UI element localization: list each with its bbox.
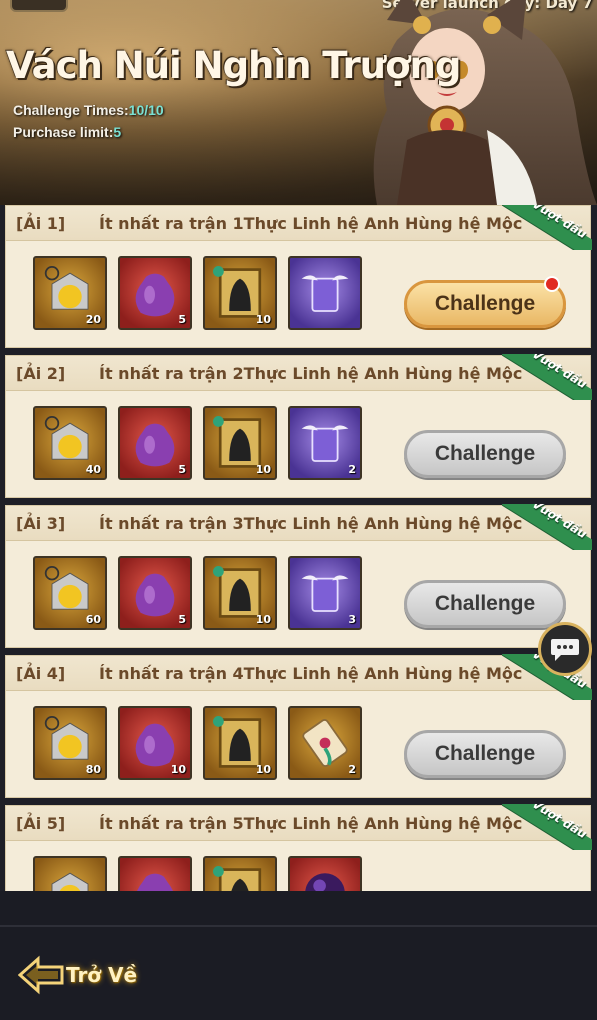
notification-dot — [544, 276, 560, 292]
purchase-limit: Purchase limit:5 — [13, 124, 121, 140]
reward-qty: 40 — [85, 463, 101, 476]
reward-qty: 5 — [178, 463, 186, 476]
stage-level: [Ải 5] — [16, 814, 66, 833]
hero-silhouette-card-icon — [213, 566, 262, 618]
reward-winged-scroll[interactable] — [288, 256, 362, 330]
stage-level: [Ải 4] — [16, 664, 66, 683]
stage-card-5: [Ải 5] Ít nhất ra trận 5Thực Linh hệ Anh… — [5, 804, 592, 891]
stage-banner: Server launch day: Day 7 Vách Núi Nghìn … — [0, 0, 597, 205]
reward-qty: 3 — [348, 613, 356, 626]
reward-gold-chest[interactable]: 40 — [33, 406, 107, 480]
first-clear-ribbon: Vượt đầu — [502, 354, 592, 400]
gold-chest-icon — [44, 266, 89, 310]
purple-pouch-icon — [135, 723, 175, 767]
rolled-scroll-icon — [302, 719, 348, 767]
reward-qty: 10 — [255, 463, 271, 476]
purple-pouch-icon — [137, 873, 173, 891]
stage-level: [Ải 2] — [16, 364, 66, 383]
challenge-button[interactable]: Challenge — [404, 280, 566, 328]
back-button[interactable]: Trở Về — [17, 955, 138, 995]
reward-hero-card[interactable]: 10 — [203, 256, 277, 330]
stage-card-2: [Ải 2] Ít nhất ra trận 2Thực Linh hệ Anh… — [5, 354, 592, 498]
purple-pouch-icon — [135, 273, 175, 317]
winged-purple-scroll-icon — [301, 275, 349, 312]
chat-bubble-button[interactable] — [538, 622, 592, 676]
first-clear-ribbon: Vượt đầu — [502, 205, 592, 250]
reward-purple-pouch[interactable]: 5 — [118, 256, 192, 330]
first-clear-ribbon: Vượt đầu — [502, 504, 592, 550]
gold-chest-icon — [44, 416, 89, 460]
winged-purple-scroll-icon — [301, 575, 349, 612]
reward-qty: 10 — [255, 613, 271, 626]
stage-list[interactable]: [Ải 1] Ít nhất ra trận 1Thực Linh hệ Anh… — [0, 205, 597, 891]
reward-purple-pouch[interactable]: 5 — [118, 556, 192, 630]
reward-gold-chest[interactable]: 80 — [33, 706, 107, 780]
reward-purple-pouch[interactable]: 5 — [118, 406, 192, 480]
stage-condition: Ít nhất ra trận 2Thực Linh hệ Anh Hùng h… — [99, 364, 523, 383]
hero-silhouette-card-icon — [213, 866, 262, 891]
challenge-button[interactable]: Challenge — [404, 580, 566, 628]
back-arrow-icon — [17, 955, 64, 995]
reward-dark-orb[interactable] — [288, 856, 362, 891]
stage-condition: Ít nhất ra trận 1Thực Linh hệ Anh Hùng h… — [99, 214, 523, 233]
dark-orb-icon — [305, 873, 345, 891]
reward-qty: 20 — [85, 313, 101, 326]
purple-pouch-icon — [135, 573, 175, 617]
hero-silhouette-card-icon — [213, 716, 262, 768]
reward-hero-card[interactable]: 10 — [203, 706, 277, 780]
reward-hero-card[interactable]: 10 — [203, 406, 277, 480]
stage-condition: Ít nhất ra trận 3Thực Linh hệ Anh Hùng h… — [99, 514, 523, 533]
reward-winged-scroll[interactable]: 2 — [288, 406, 362, 480]
first-clear-ribbon: Vượt đầu — [502, 804, 592, 850]
stage-condition: Ít nhất ra trận 5Thực Linh hệ Anh Hùng h… — [99, 814, 523, 833]
challenge-button[interactable]: Challenge — [404, 430, 566, 478]
reward-qty: 10 — [255, 313, 271, 326]
gold-chest-icon — [44, 716, 89, 760]
reward-hero-card[interactable] — [203, 856, 277, 891]
divider — [0, 925, 597, 927]
purchase-limit-value: 5 — [113, 124, 122, 140]
stage-title: Vách Núi Nghìn Trượng — [6, 44, 461, 87]
reward-gold-chest[interactable]: 20 — [33, 256, 107, 330]
reward-rolled-scroll[interactable]: 2 — [288, 706, 362, 780]
reward-purple-pouch[interactable]: 10 — [118, 706, 192, 780]
reward-hero-card[interactable]: 10 — [203, 556, 277, 630]
back-label: Trở Về — [66, 963, 138, 987]
stage-level: [Ải 1] — [16, 214, 66, 233]
reward-purple-pouch[interactable] — [118, 856, 192, 891]
gold-chest-icon — [51, 872, 89, 891]
stage-card-3: [Ải 3] Ít nhất ra trận 3Thực Linh hệ Anh… — [5, 504, 592, 648]
reward-qty: 5 — [178, 613, 186, 626]
hero-silhouette-card-icon — [213, 416, 262, 468]
winged-purple-scroll-icon — [301, 425, 349, 462]
challenge-times: Challenge Times:10/10 — [13, 102, 164, 118]
challenge-times-label: Challenge Times: — [13, 102, 129, 118]
stage-card-1: [Ải 1] Ít nhất ra trận 1Thực Linh hệ Anh… — [5, 205, 592, 348]
reward-qty: 2 — [348, 763, 356, 776]
chat-icon — [551, 639, 579, 661]
reward-qty: 80 — [85, 763, 101, 776]
top-left-button[interactable] — [10, 0, 68, 12]
reward-qty: 10 — [170, 763, 186, 776]
reward-qty: 5 — [178, 313, 186, 326]
stage-condition: Ít nhất ra trận 4Thực Linh hệ Anh Hùng h… — [99, 664, 523, 683]
challenge-times-value: 10/10 — [128, 102, 164, 118]
stage-level: [Ải 3] — [16, 514, 66, 533]
purchase-limit-label: Purchase limit: — [13, 124, 114, 140]
stage-card-4: [Ải 4] Ít nhất ra trận 4Thực Linh hệ Anh… — [5, 654, 592, 798]
challenge-button[interactable]: Challenge — [404, 730, 566, 778]
gold-chest-icon — [44, 566, 89, 610]
reward-gold-chest[interactable] — [33, 856, 107, 891]
reward-qty: 60 — [85, 613, 101, 626]
reward-qty: 10 — [255, 763, 271, 776]
reward-qty: 2 — [348, 463, 356, 476]
purple-pouch-icon — [135, 423, 175, 467]
reward-winged-scroll[interactable]: 3 — [288, 556, 362, 630]
reward-gold-chest[interactable]: 60 — [33, 556, 107, 630]
character-portrait — [373, 0, 597, 205]
hero-silhouette-card-icon — [213, 266, 262, 318]
